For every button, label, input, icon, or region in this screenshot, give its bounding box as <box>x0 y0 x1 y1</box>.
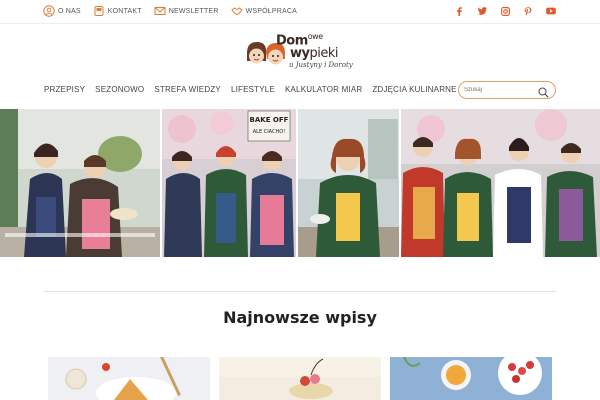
svg-text:ALE CIACHO!: ALE CIACHO! <box>253 129 285 135</box>
pinterest-icon[interactable] <box>523 6 533 16</box>
search-box <box>458 81 556 99</box>
post-card-image <box>219 357 381 400</box>
nav-item-strefa-wiedzy[interactable]: STREFA WIEDZY <box>154 85 221 94</box>
phone-icon <box>93 5 105 17</box>
section-heading: Najnowsze wpisy <box>223 308 377 327</box>
top-link-cooperation[interactable]: WSPÓŁPRACA <box>230 5 297 17</box>
top-link-label: KONTAKT <box>107 7 142 15</box>
hero-photo-4 <box>401 109 600 257</box>
youtube-icon[interactable] <box>546 6 556 16</box>
search-input[interactable] <box>464 84 534 96</box>
post-card-image <box>48 357 210 400</box>
instagram-icon[interactable] <box>500 6 510 16</box>
post-card-1[interactable] <box>48 357 210 400</box>
post-card-2[interactable] <box>219 357 381 400</box>
top-link-label: NEWSLETTER <box>168 7 219 15</box>
hero-photo-2: BAKE OFF ALE CIACHO! <box>162 109 296 257</box>
search-icon[interactable] <box>538 85 549 98</box>
logo-tagline: u Justyny i Doroty <box>289 61 353 69</box>
nav-item-sezonowo[interactable]: SEZONOWO <box>95 85 144 94</box>
top-link-label: WSPÓŁPRACA <box>245 7 297 15</box>
nav-item-zdjecia-kulinarne[interactable]: ZDJĘCIA KULINARNE <box>372 85 456 94</box>
site-logo[interactable]: Domowe wypieki u Justyny i Doroty <box>245 31 357 73</box>
section-divider <box>44 291 556 292</box>
top-link-about[interactable]: O NAS <box>43 5 81 17</box>
top-link-newsletter[interactable]: NEWSLETTER <box>154 5 219 17</box>
hero-photo-1 <box>0 109 160 257</box>
main-nav: PRZEPISY SEZONOWO STREFA WIEDZY LIFESTYL… <box>44 85 457 94</box>
top-link-contact[interactable]: KONTAKT <box>93 5 142 17</box>
hero-banner[interactable]: BAKE OFF ALE CIACHO! <box>0 109 600 257</box>
envelope-icon <box>154 5 166 17</box>
post-card-image <box>390 357 552 400</box>
nav-item-przepisy[interactable]: PRZEPISY <box>44 85 85 94</box>
facebook-icon[interactable] <box>454 6 464 16</box>
top-bar: O NAS KONTAKT NEWSLETTER WSPÓŁPRACA <box>0 0 600 24</box>
top-links: O NAS KONTAKT NEWSLETTER WSPÓŁPRACA <box>43 5 297 17</box>
user-circle-icon <box>43 5 55 17</box>
post-card-3[interactable] <box>390 357 552 400</box>
nav-item-lifestyle[interactable]: LIFESTYLE <box>231 85 275 94</box>
social-links <box>454 6 556 16</box>
handshake-icon <box>230 5 243 17</box>
twitter-icon[interactable] <box>477 6 487 16</box>
top-link-label: O NAS <box>58 7 81 15</box>
bake-off-sign: BAKE OFF <box>250 116 289 124</box>
hero-photo-3 <box>298 109 399 257</box>
logo-line-2: wypieki <box>290 46 338 61</box>
nav-item-kalkulator-miar[interactable]: KALKULATOR MIAR <box>285 85 362 94</box>
